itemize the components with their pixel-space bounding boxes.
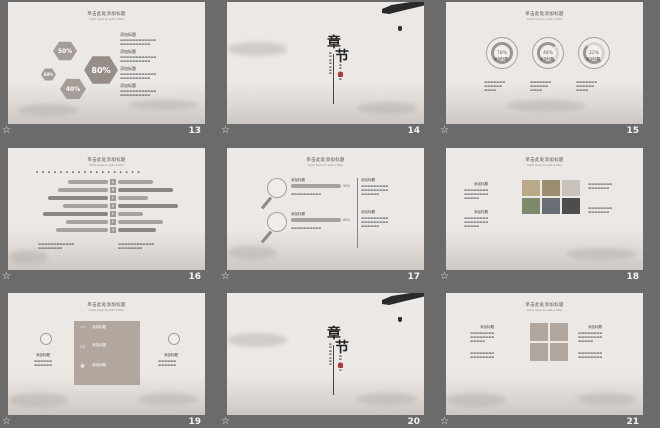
hex-badge: 60% bbox=[41, 68, 56, 81]
star-icon[interactable]: ☆ bbox=[2, 416, 11, 428]
slide-thumbnail-21[interactable]: 单击此处添加标题 Click here to add a title 添加标题 … bbox=[438, 291, 645, 428]
hex-badge: 50% bbox=[53, 41, 77, 61]
roof-eave-icon bbox=[382, 2, 424, 14]
roof-eave-icon bbox=[382, 293, 424, 305]
slide-preview: 单击此处添加标题 Click here to add a title 添加标题 … bbox=[446, 293, 643, 415]
slide-subtitle: Click here to add a title bbox=[88, 17, 125, 21]
slide-subtitle: Click here to add a title bbox=[88, 163, 125, 167]
slide-thumbnail-14[interactable]: 章 节 ▬▬▬▬▬▬▬ ▬▬▬▬▬ ☆ 14 bbox=[219, 0, 426, 137]
handshake-icon bbox=[550, 323, 568, 341]
user-icon bbox=[530, 323, 548, 341]
photo bbox=[522, 180, 540, 196]
slide-number: 13 bbox=[188, 126, 201, 136]
slide-thumbnail-17[interactable]: 单击此处添加标题 Click here to add a title 添加标题 … bbox=[219, 146, 426, 283]
slide-number: 19 bbox=[188, 417, 201, 427]
slide-subtitle: Click here to add a title bbox=[307, 163, 344, 167]
slide-preview: 单击此处添加标题 Click here to add a title ▪▪▪▪▪… bbox=[8, 148, 205, 270]
slide-number: 15 bbox=[626, 126, 639, 136]
slide-number: 17 bbox=[407, 272, 420, 282]
lock-icon bbox=[168, 333, 180, 345]
photo bbox=[522, 198, 540, 214]
slide-number: 20 bbox=[407, 417, 420, 427]
slide-thumbnail-13[interactable]: 单击此处添加标题 Click here to add a title 50% 8… bbox=[0, 0, 207, 137]
slide-preview: 章 节 ▬▬▬▬▬▬▬ ▬▬▬▬▬ bbox=[227, 293, 424, 415]
photo bbox=[562, 180, 580, 196]
slide-thumbnail-19[interactable]: 单击此处添加标题 Click here to add a title 添加标题 … bbox=[0, 291, 207, 428]
star-icon[interactable]: ☆ bbox=[2, 125, 11, 137]
photo bbox=[542, 180, 560, 196]
photo bbox=[562, 198, 580, 214]
slide-number: 14 bbox=[407, 126, 420, 136]
star-icon[interactable]: ☆ bbox=[221, 271, 230, 283]
slide-preview: 单击此处添加标题 Click here to add a title 添加标题 … bbox=[8, 293, 205, 415]
star-icon[interactable]: ☆ bbox=[440, 271, 449, 283]
wind-chime-icon bbox=[398, 317, 402, 322]
shield-icon bbox=[530, 343, 548, 361]
slide-preview: 单击此处添加标题 Click here to add a title 添加标题 … bbox=[446, 148, 643, 270]
red-seal-icon bbox=[338, 363, 343, 368]
chapter-char: 节 bbox=[335, 340, 349, 356]
slide-number: 21 bbox=[626, 417, 639, 427]
hex-badge: 40% bbox=[60, 78, 86, 100]
slide-thumbnail-20[interactable]: 章 节 ▬▬▬▬▬▬▬ ▬▬▬▬▬ ☆ 20 bbox=[219, 291, 426, 428]
wifi-icon: ◠ bbox=[80, 325, 86, 332]
slide-preview: 章 节 ▬▬▬▬▬▬▬ ▬▬▬▬▬ bbox=[227, 2, 424, 124]
chat-icon: ▭ bbox=[80, 343, 86, 350]
hex-badge: 80% bbox=[84, 56, 118, 84]
magnifier-handle-icon bbox=[260, 196, 273, 210]
slide-number: 18 bbox=[626, 272, 639, 282]
photo bbox=[542, 198, 560, 214]
star-icon[interactable]: ☆ bbox=[440, 416, 449, 428]
slide-preview: 单击此处添加标题 Click here to add a title 添加标题 … bbox=[227, 148, 424, 270]
star-icon[interactable]: ☆ bbox=[221, 125, 230, 137]
wind-chime-icon bbox=[398, 26, 402, 31]
slide-thumbnail-18[interactable]: 单击此处添加标题 Click here to add a title 添加标题 … bbox=[438, 146, 645, 283]
slide-subtitle: Click here to add a title bbox=[526, 17, 563, 21]
chapter-char: 节 bbox=[335, 49, 349, 65]
red-seal-icon bbox=[338, 72, 343, 77]
slide-preview: 单击此处添加标题 Click here to add a title 50% 8… bbox=[8, 2, 205, 124]
slide-number: 16 bbox=[188, 272, 201, 282]
gear-icon: ✻ bbox=[80, 363, 86, 370]
slide-subtitle: Click here to add a title bbox=[88, 308, 125, 312]
slide-subtitle: Click here to add a title bbox=[526, 163, 563, 167]
slide-thumbnail-16[interactable]: 单击此处添加标题 Click here to add a title ▪▪▪▪▪… bbox=[0, 146, 207, 283]
search-icon bbox=[550, 343, 568, 361]
star-icon[interactable]: ☆ bbox=[221, 416, 230, 428]
slide-thumbnail-15[interactable]: 单击此处添加标题 Click here to add a title 78% 添… bbox=[438, 0, 645, 137]
star-icon[interactable]: ☆ bbox=[2, 271, 11, 283]
slide-subtitle: Click here to add a title bbox=[526, 308, 563, 312]
home-icon bbox=[40, 333, 52, 345]
magnifier-handle-icon bbox=[260, 230, 273, 244]
star-icon[interactable]: ☆ bbox=[440, 125, 449, 137]
slide-preview: 单击此处添加标题 Click here to add a title 78% 添… bbox=[446, 2, 643, 124]
